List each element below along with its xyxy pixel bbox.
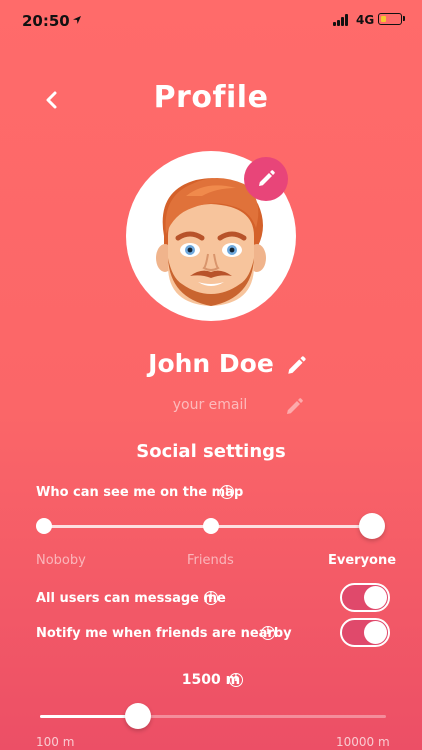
nearby-notify-label: Notify me when friends are nearby <box>36 626 292 641</box>
option-everyone[interactable]: Everyone <box>328 553 396 568</box>
status-bar: 20:50 4G <box>0 0 422 44</box>
section-title: Social settings <box>136 441 286 462</box>
slider-stop-noboby[interactable] <box>36 518 52 534</box>
cellular-signal-icon <box>333 14 351 26</box>
toggle-knob <box>364 621 387 644</box>
pencil-icon <box>259 170 275 186</box>
avatar-edit-button[interactable] <box>244 157 288 201</box>
info-icon[interactable]: i <box>204 591 218 605</box>
option-noboby[interactable]: Noboby <box>36 553 86 568</box>
info-icon[interactable]: i <box>229 673 243 687</box>
distance-slider[interactable] <box>36 702 388 730</box>
network-type: 4G <box>356 13 375 27</box>
map-visibility-slider[interactable] <box>36 510 388 544</box>
messaging-toggle[interactable] <box>340 583 390 612</box>
distance-min-label: 100 m <box>36 735 75 749</box>
battery-icon <box>378 13 402 25</box>
pencil-icon <box>288 356 306 374</box>
distance-max-label: 10000 m <box>336 735 390 749</box>
user-name: John Doe <box>148 349 274 378</box>
email-field[interactable]: your email <box>150 397 270 413</box>
option-friends[interactable]: Friends <box>187 553 234 568</box>
info-icon[interactable]: i <box>220 485 234 499</box>
messaging-label: All users can message me <box>36 591 226 606</box>
distance-value: 1500 m <box>181 672 241 688</box>
pencil-icon <box>287 398 303 414</box>
toggle-knob <box>364 586 387 609</box>
slider-track-fill <box>40 715 139 718</box>
slider-stop-friends[interactable] <box>203 518 219 534</box>
info-icon[interactable]: i <box>261 626 275 640</box>
name-edit-button[interactable] <box>285 355 307 377</box>
slider-thumb[interactable] <box>125 703 152 729</box>
battery-nub <box>403 16 405 21</box>
status-time: 20:50 <box>22 12 70 30</box>
battery-fill <box>380 15 386 22</box>
nearby-notify-toggle[interactable] <box>340 618 390 647</box>
email-edit-button[interactable] <box>284 397 304 417</box>
map-visibility-label: Who can see me on the map <box>36 485 244 500</box>
page-title: Profile <box>153 80 269 115</box>
slider-thumb-everyone[interactable] <box>359 513 385 539</box>
location-arrow-icon <box>73 16 81 24</box>
